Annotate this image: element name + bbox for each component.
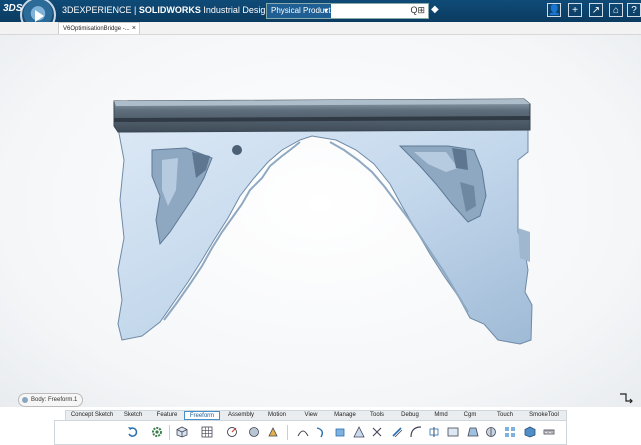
- offset-icon[interactable]: [391, 426, 403, 438]
- fill-surface-icon[interactable]: [353, 426, 365, 438]
- cube-icon[interactable]: [176, 426, 188, 438]
- extrude-icon[interactable]: [334, 426, 346, 438]
- tab-concept-sketch[interactable]: Concept Sketch: [68, 411, 116, 420]
- tab-smoketool[interactable]: SmokeTool: [524, 411, 564, 420]
- measure-icon[interactable]: [543, 426, 555, 438]
- brand-prefix: 3DEXPERIENCE: [62, 5, 132, 15]
- tab-freeform[interactable]: Freeform: [184, 411, 220, 420]
- user-icon[interactable]: 👤: [547, 3, 561, 17]
- surface-icon[interactable]: [315, 426, 327, 438]
- gear-icon[interactable]: [151, 426, 163, 438]
- add-icon[interactable]: +: [568, 3, 582, 17]
- undo-icon[interactable]: [127, 426, 139, 438]
- brand-product: SOLIDWORKS: [138, 5, 201, 15]
- search-box[interactable]: Physical Product Q⊞: [266, 3, 429, 19]
- shell-icon[interactable]: [447, 426, 459, 438]
- solid-icon[interactable]: [524, 426, 536, 438]
- separator: [169, 425, 170, 440]
- tab-assembly[interactable]: Assembly: [224, 411, 258, 420]
- grid-icon[interactable]: [201, 426, 213, 438]
- draft-icon[interactable]: [467, 426, 479, 438]
- help-icon[interactable]: ?: [627, 3, 641, 17]
- tab-debug[interactable]: Debug: [396, 411, 424, 420]
- mirror-icon[interactable]: [485, 426, 497, 438]
- tab-manage[interactable]: Manage: [328, 411, 362, 420]
- pattern-icon[interactable]: [504, 426, 516, 438]
- brand-suffix: Industrial Design: [200, 5, 271, 15]
- sketch-curve-icon[interactable]: [297, 426, 309, 438]
- trim-icon[interactable]: [371, 426, 383, 438]
- home-icon[interactable]: ⌂: [609, 3, 623, 17]
- close-tab-icon[interactable]: ×: [132, 23, 136, 34]
- body-status-pill[interactable]: Body: Freeform.1: [18, 393, 84, 407]
- tab-cgm[interactable]: Cgm: [458, 411, 482, 420]
- share-icon[interactable]: ↗: [589, 3, 603, 17]
- tab-sketch[interactable]: Sketch: [118, 411, 148, 420]
- tab-mmd[interactable]: Mmd: [428, 411, 454, 420]
- shading-icon[interactable]: [248, 426, 260, 438]
- hole: [232, 145, 242, 155]
- play-icon: [35, 10, 44, 22]
- blend-icon[interactable]: [410, 426, 422, 438]
- tab-feature[interactable]: Feature: [152, 411, 182, 420]
- tab-touch[interactable]: Touch: [490, 411, 520, 420]
- app-title: 3DEXPERIENCE | SOLIDWORKS Industrial Des…: [62, 5, 271, 15]
- appearance-icon[interactable]: [267, 426, 279, 438]
- document-tab[interactable]: V6OptimisationBridge -... ×: [58, 22, 140, 34]
- view-orient-icon[interactable]: [226, 426, 238, 438]
- search-scope-dropdown[interactable]: Physical Product: [267, 4, 331, 18]
- axis-triad-icon: [620, 393, 633, 404]
- tab-tools[interactable]: Tools: [364, 411, 390, 420]
- document-tab-strip: V6OptimisationBridge -... ×: [0, 22, 641, 35]
- tab-motion[interactable]: Motion: [262, 411, 292, 420]
- 3d-viewport[interactable]: [0, 35, 641, 407]
- top-bar: 3DS 3DEXPERIENCE | SOLIDWORKS Industrial…: [0, 0, 641, 33]
- search-icon[interactable]: Q⊞: [410, 5, 425, 16]
- tab-view[interactable]: View: [298, 411, 324, 420]
- ribbon-toolbar: [54, 420, 567, 445]
- split-icon[interactable]: [428, 426, 440, 438]
- ds-logo: 3DS: [3, 3, 23, 14]
- tag-icon[interactable]: ◆: [431, 4, 439, 15]
- bridge-model[interactable]: [0, 35, 641, 407]
- document-tab-label: V6OptimisationBridge -...: [63, 26, 130, 32]
- separator: [287, 425, 288, 440]
